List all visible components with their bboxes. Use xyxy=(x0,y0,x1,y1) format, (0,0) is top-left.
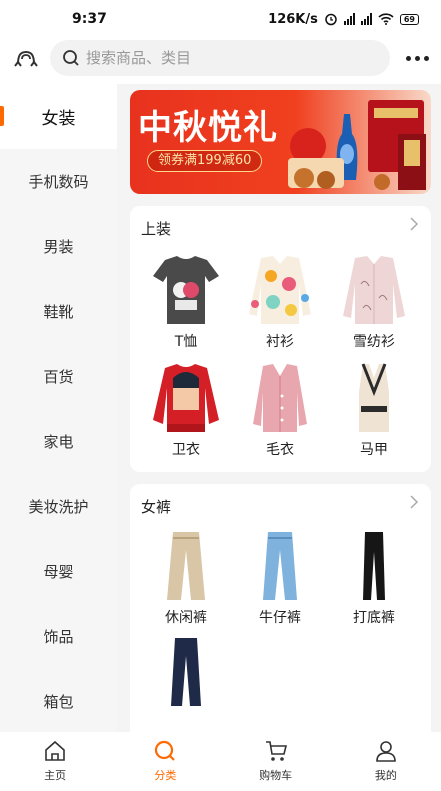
wifi-icon xyxy=(378,13,394,25)
category-sidebar: 女装 手机数码 男装 鞋靴 百货 家电 美妆洗护 母婴 饰品 箱包 xyxy=(0,84,117,732)
trousers-image xyxy=(171,638,201,706)
more-icon[interactable] xyxy=(406,48,429,68)
sidebar-item-label: 女装 xyxy=(41,109,76,129)
sidebar-item-label: 箱包 xyxy=(43,693,74,711)
gift-products-image xyxy=(288,100,426,190)
product-label: 马甲 xyxy=(360,442,388,458)
search-icon xyxy=(63,50,79,66)
tshirt-image xyxy=(153,256,219,324)
vest-image xyxy=(359,363,389,432)
section-title: 女裤 xyxy=(141,498,172,516)
product-label: 休闲裤 xyxy=(165,610,207,626)
tab-cart[interactable]: 购物车 xyxy=(221,732,331,791)
product-label: T恤 xyxy=(174,334,198,350)
casual-pants-image xyxy=(167,532,205,600)
product-category-jeans[interactable]: 牛仔裤 xyxy=(240,530,320,640)
product-category-vest[interactable]: 马甲 xyxy=(334,362,414,472)
user-icon xyxy=(376,741,396,762)
product-category-sweater[interactable]: 毛衣 xyxy=(240,362,320,472)
battery-icon: 69 xyxy=(399,13,419,25)
leggings-image xyxy=(363,532,385,600)
sidebar-item-label: 男装 xyxy=(43,238,74,256)
chiffon-shirt-image xyxy=(343,256,405,324)
jeans-image xyxy=(263,532,297,600)
tab-home[interactable]: 主页 xyxy=(0,732,110,791)
product-category-casual-pants[interactable]: 休闲裤 xyxy=(146,530,226,640)
sweater-image xyxy=(253,364,307,432)
sidebar-item-general[interactable]: 百货 xyxy=(0,344,117,409)
sidebar-item-men[interactable]: 男装 xyxy=(0,214,117,279)
status-icons: 126K/s 69 xyxy=(268,12,419,27)
product-category-tshirt[interactable]: T恤 xyxy=(146,254,226,364)
tab-label: 分类 xyxy=(154,769,177,782)
sidebar-item-label: 家电 xyxy=(43,433,74,451)
shirt-image xyxy=(249,256,311,324)
product-label: 牛仔裤 xyxy=(259,610,301,626)
product-label: 卫衣 xyxy=(172,442,200,458)
hoodie-image xyxy=(153,364,219,432)
tab-category[interactable]: 分类 xyxy=(110,732,220,791)
sidebar-item-label: 百货 xyxy=(43,368,74,386)
cart-icon xyxy=(265,741,287,761)
signal-hd-icon xyxy=(360,13,372,25)
product-category-leggings[interactable]: 打底裤 xyxy=(334,530,414,640)
sidebar-item-jewelry[interactable]: 饰品 xyxy=(0,604,117,669)
home-icon xyxy=(45,740,65,761)
section-title: 上装 xyxy=(141,220,172,238)
chevron-right-icon[interactable] xyxy=(409,494,419,510)
status-bar: 9:37 126K/s 69 xyxy=(0,0,441,38)
product-label: 衬衫 xyxy=(266,334,294,350)
bottom-tab-bar: 主页 分类 购物车 我的 xyxy=(0,732,441,791)
sidebar-item-bags[interactable]: 箱包 xyxy=(0,669,117,734)
signal-icon xyxy=(343,13,355,25)
sidebar-item-label: 手机数码 xyxy=(28,173,89,191)
product-category-chiffon[interactable]: 雪纺衫 xyxy=(334,254,414,364)
network-speed: 126K/s xyxy=(268,11,318,27)
sidebar-item-baby[interactable]: 母婴 xyxy=(0,539,117,604)
sidebar-item-women[interactable]: 女装 xyxy=(0,84,117,149)
search-header xyxy=(0,38,441,84)
tab-label: 我的 xyxy=(374,769,397,782)
product-category-shirt[interactable]: 衬衫 xyxy=(240,254,320,364)
sidebar-item-shoes[interactable]: 鞋靴 xyxy=(0,279,117,344)
tab-label: 购物车 xyxy=(259,769,293,782)
search-box[interactable] xyxy=(50,40,390,76)
clock: 9:37 xyxy=(72,11,107,27)
banner-title: 中秋悦礼 xyxy=(138,108,278,148)
product-label: 雪纺衫 xyxy=(353,334,395,350)
alarm-icon xyxy=(325,13,337,26)
category-content: 中秋悦礼 领券满199减60 上装 T恤 衬衫 雪纺衫 卫衣 毛衣 马甲 女裤 … xyxy=(117,84,441,732)
scan-icon[interactable] xyxy=(12,46,40,74)
chevron-right-icon[interactable] xyxy=(409,216,419,232)
product-label: 毛衣 xyxy=(266,442,294,458)
sidebar-item-label: 美妆洗护 xyxy=(28,498,89,516)
tab-profile[interactable]: 我的 xyxy=(331,732,441,791)
banner-coupon[interactable]: 领券满199减60 xyxy=(147,150,263,172)
sidebar-item-digital[interactable]: 手机数码 xyxy=(0,149,117,214)
tab-label: 主页 xyxy=(44,769,67,782)
search-circle-icon xyxy=(155,740,176,761)
product-category-trousers[interactable] xyxy=(146,636,226,732)
section-pants: 女裤 休闲裤 牛仔裤 打底裤 xyxy=(130,484,431,732)
sidebar-item-beauty[interactable]: 美妆洗护 xyxy=(0,474,117,539)
section-tops: 上装 T恤 衬衫 雪纺衫 卫衣 毛衣 马甲 xyxy=(130,206,431,472)
sidebar-item-appliances[interactable]: 家电 xyxy=(0,409,117,474)
sidebar-item-label: 鞋靴 xyxy=(43,303,74,321)
search-input[interactable] xyxy=(86,49,366,67)
sidebar-item-label: 饰品 xyxy=(43,628,74,646)
sidebar-item-label: 母婴 xyxy=(43,563,74,581)
product-category-hoodie[interactable]: 卫衣 xyxy=(146,362,226,472)
product-label: 打底裤 xyxy=(353,610,395,626)
promo-banner[interactable]: 中秋悦礼 领券满199减60 xyxy=(130,90,431,194)
